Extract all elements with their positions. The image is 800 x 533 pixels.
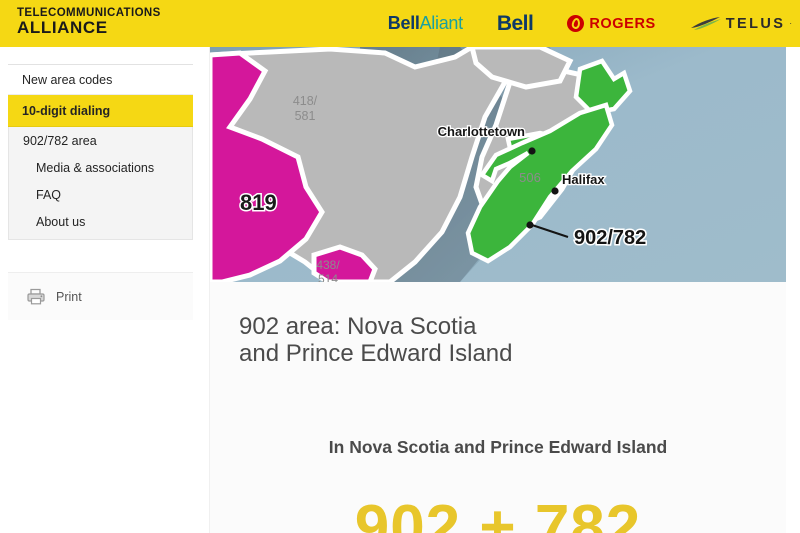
page-title: 902 area: Nova Scotia and Prince Edward … xyxy=(239,313,513,368)
sidebar-item-label: Media & associations xyxy=(36,160,155,175)
svg-text:514: 514 xyxy=(318,272,338,282)
map-label-819: 819 xyxy=(240,190,277,215)
svg-text:581: 581 xyxy=(295,109,316,123)
sidebar-item-label: FAQ xyxy=(36,187,62,202)
rogers-logo[interactable]: ROGERS xyxy=(567,15,655,32)
sidebar-item-label: 10-digit dialing xyxy=(22,103,111,118)
sidebar-item-new-area-codes[interactable]: New area codes xyxy=(8,65,193,95)
telus-swoosh-icon xyxy=(690,16,721,30)
map-label-902-782: 902/782 xyxy=(574,227,646,249)
sidebar-item-label: New area codes xyxy=(22,72,113,87)
main-content: 418/ 581 819 506 438/ 514 Charlottetown … xyxy=(209,47,786,533)
sidebar-item-902-782-area[interactable]: 902/782 area xyxy=(9,127,192,154)
rogers-logo-text: ROGERS xyxy=(589,15,656,32)
article-text-block: 902 area: Nova Scotia and Prince Edward … xyxy=(210,282,786,533)
bell-logo-text: Bell xyxy=(496,11,534,35)
map-city-label-charlottetown: Charlottetown xyxy=(438,124,525,139)
printer-icon xyxy=(27,288,45,305)
site-brand[interactable]: TELECOMMUNICATIONS ALLIANCE xyxy=(17,7,161,38)
area-code-map[interactable]: 418/ 581 819 506 438/ 514 Charlottetown … xyxy=(210,47,786,282)
map-label-418-581: 418/ xyxy=(293,94,318,108)
map-marker-charlottetown xyxy=(528,147,536,155)
area-code-headline: 902 + 782 xyxy=(354,493,642,533)
print-button[interactable]: Print xyxy=(8,272,193,320)
print-label: Print xyxy=(56,289,82,304)
sidebar: New area codes 10-digit dialing 902/782 … xyxy=(0,47,193,533)
rogers-mobius-icon xyxy=(567,15,585,32)
bell-aliant-logo[interactable]: Bell Aliant xyxy=(388,13,463,34)
sidebar-item-label: About us xyxy=(36,214,86,229)
page-subtitle: In Nova Scotia and Prince Edward Island xyxy=(328,437,668,457)
telus-logo-text: TELUS xyxy=(725,15,786,32)
sidebar-item-about-us[interactable]: About us xyxy=(9,208,192,235)
map-label-506: 506 xyxy=(519,170,541,185)
sidebar-item-faq[interactable]: FAQ xyxy=(9,181,192,208)
telus-logo[interactable]: TELUS · xyxy=(690,16,792,32)
sidebar-item-media-associations[interactable]: Media & associations xyxy=(9,154,192,181)
map-city-label-halifax: Halifax xyxy=(562,172,605,187)
sidebar-subnav: 902/782 area Media & associations FAQ Ab… xyxy=(8,127,193,240)
site-header: TELECOMMUNICATIONS ALLIANCE Bell Aliant B… xyxy=(0,0,800,47)
map-label-438-514: 438/ xyxy=(316,258,340,272)
partner-logos: Bell Aliant Bell ROGERS TELUS · xyxy=(388,0,792,47)
telus-registered-mark: · xyxy=(789,19,792,28)
area-code-map-svg: 418/ 581 819 506 438/ 514 Charlottetown … xyxy=(210,47,786,282)
sidebar-item-label: 902/782 area xyxy=(23,133,97,148)
sidebar-nav: New area codes 10-digit dialing 902/782 … xyxy=(8,64,193,240)
map-marker-halifax xyxy=(551,187,559,195)
bell-aliant-logo-aliant: Aliant xyxy=(419,13,464,33)
sidebar-item-10-digit-dialing[interactable]: 10-digit dialing xyxy=(8,95,193,127)
brand-line-alliance: ALLIANCE xyxy=(17,18,108,38)
bell-aliant-logo-bell: Bell xyxy=(387,13,420,33)
bell-logo[interactable]: Bell xyxy=(497,12,534,36)
